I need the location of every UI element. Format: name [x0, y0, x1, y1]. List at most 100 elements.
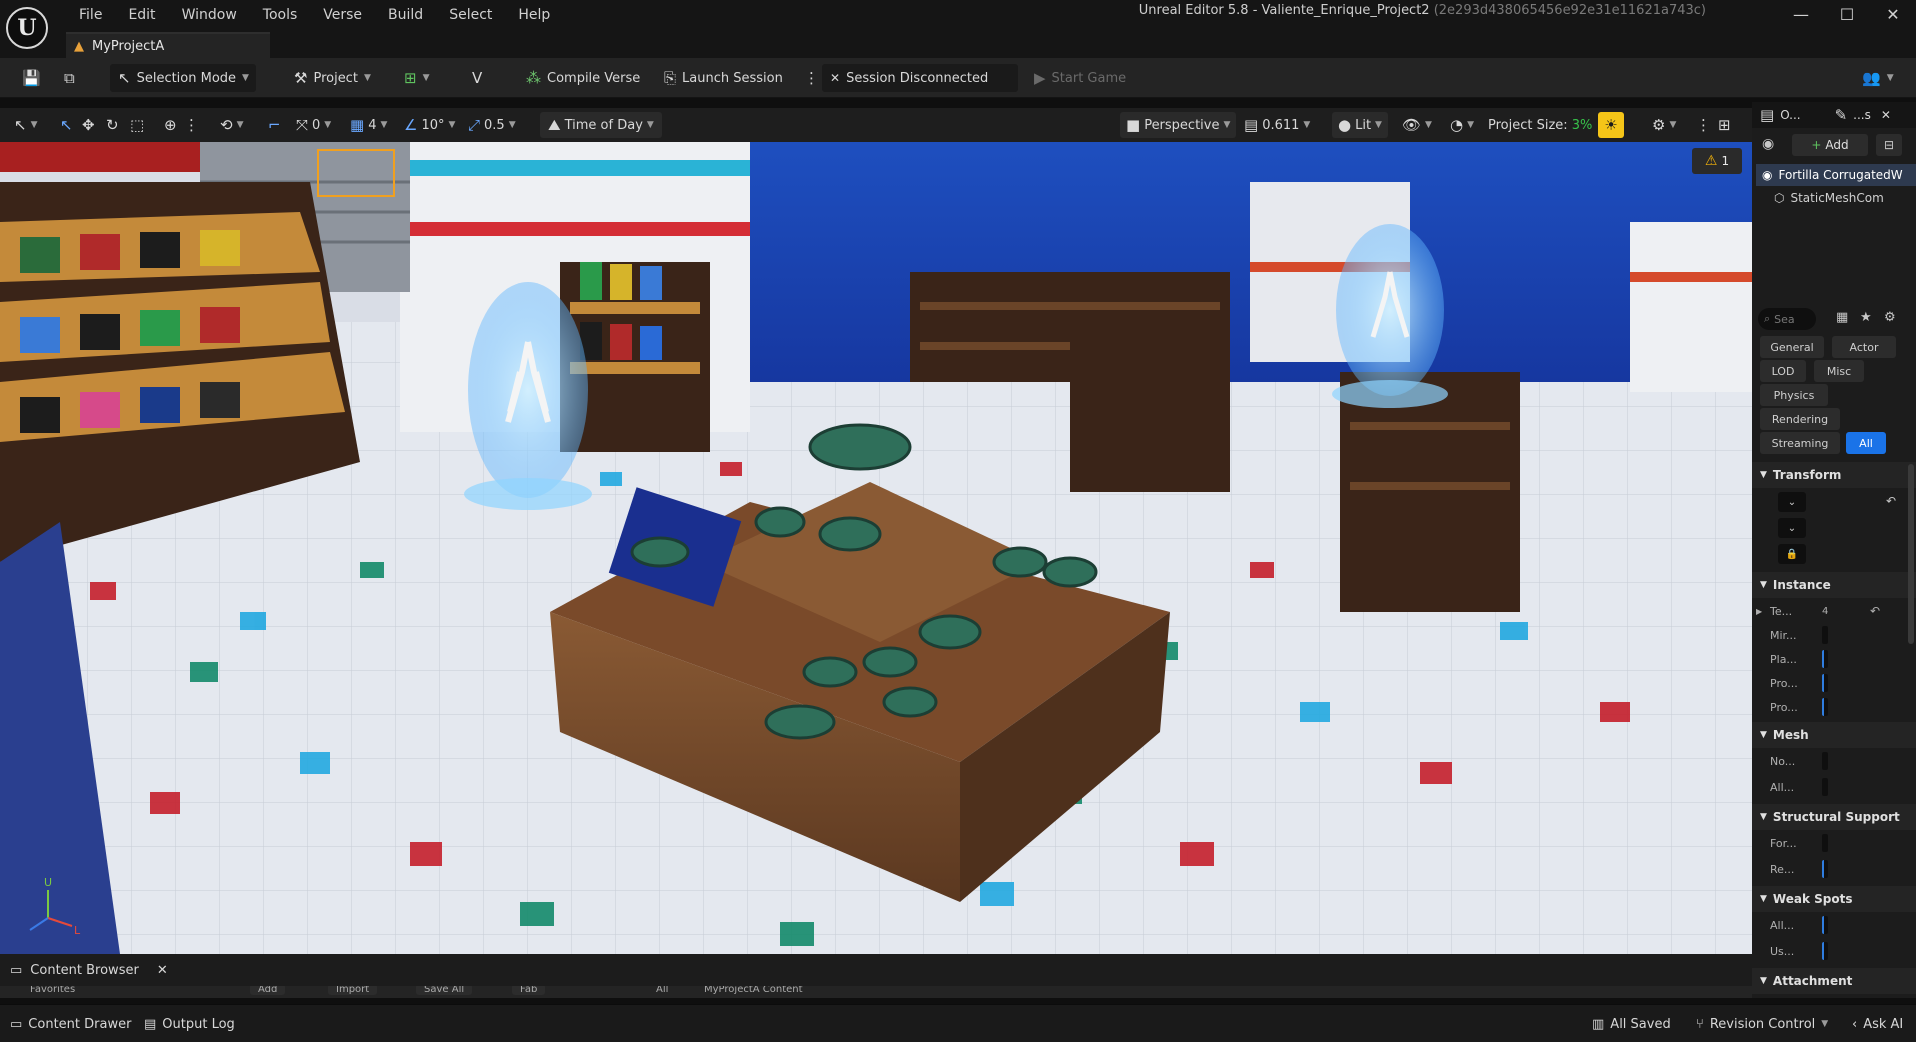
property-matrix-icon[interactable]: ▦	[1836, 310, 1848, 325]
outliner-item-actor[interactable]: ◉ Fortilla CorrugatedW	[1756, 164, 1916, 186]
close-icon[interactable]: ✕	[157, 963, 168, 978]
property-value-box[interactable]	[1822, 916, 1828, 934]
menu-window[interactable]: Window	[169, 5, 250, 25]
menu-help[interactable]: Help	[505, 5, 563, 25]
property-row[interactable]: Pro...	[1770, 694, 1916, 720]
section-transform[interactable]: ▼ Transform	[1752, 462, 1916, 488]
session-status[interactable]: ✕ Session Disconnected	[822, 64, 1018, 92]
property-row[interactable]: No...	[1770, 748, 1916, 774]
gear-icon[interactable]: ⚙	[1884, 310, 1896, 325]
property-row[interactable]: All...	[1770, 912, 1916, 938]
property-value-box[interactable]	[1822, 834, 1828, 852]
add-content-dropdown[interactable]: ⊞ ▼	[396, 64, 438, 92]
property-value-box[interactable]	[1822, 778, 1828, 796]
property-value-box[interactable]	[1822, 942, 1828, 960]
filter-all[interactable]: All	[1846, 432, 1886, 454]
compile-verse-button[interactable]: ⁂ Compile Verse	[518, 64, 648, 92]
performance-dropdown[interactable]: ◔ ▼	[1446, 112, 1478, 138]
level-viewport[interactable]: ⚠ 1 U L	[0, 142, 1752, 954]
grid-snap-dropdown[interactable]: ▦ 4 ▼	[346, 112, 391, 138]
details-search-input[interactable]: ⌕ Sea	[1758, 308, 1816, 330]
menu-select[interactable]: Select	[436, 5, 505, 25]
filter-streaming[interactable]: Streaming	[1760, 432, 1840, 454]
reset-icon[interactable]: ↶	[1886, 494, 1896, 508]
translate-tool[interactable]: ✥	[78, 112, 99, 138]
property-row[interactable]: Us...	[1770, 938, 1916, 964]
start-game-button[interactable]: ▶ Start Game	[1026, 64, 1134, 92]
menu-file[interactable]: File	[66, 5, 115, 25]
menu-verse[interactable]: Verse	[310, 5, 375, 25]
world-local-toggle[interactable]: ⊕	[160, 112, 181, 138]
section-instance[interactable]: ▼ Instance	[1752, 572, 1916, 598]
scale-lock-toggle[interactable]: 🔒	[1778, 544, 1806, 564]
viewport-settings-dropdown[interactable]: ⚙ ▼	[1648, 112, 1680, 138]
output-log-button[interactable]: ▤ Output Log	[144, 1013, 235, 1035]
details-scrollbar[interactable]	[1908, 464, 1914, 644]
filter-physics[interactable]: Physics	[1760, 384, 1828, 406]
all-saved-status[interactable]: ▥ All Saved	[1592, 1013, 1671, 1035]
project-tab[interactable]: ▲ MyProjectA	[66, 32, 270, 58]
show-flags-dropdown[interactable]: 👁 ▼	[1398, 112, 1436, 138]
filter-actor[interactable]: Actor	[1832, 336, 1896, 358]
menu-edit[interactable]: Edit	[115, 5, 168, 25]
menu-build[interactable]: Build	[375, 5, 436, 25]
rotation-dropdown[interactable]: ⌄	[1778, 518, 1806, 538]
browse-button[interactable]: ⧉	[56, 64, 83, 92]
property-value-box[interactable]	[1822, 752, 1828, 770]
property-row[interactable]: Re...	[1770, 856, 1916, 882]
angle-snap-dropdown[interactable]: ∠ 10° ▼	[400, 112, 459, 138]
perspective-dropdown[interactable]: ■ Perspective ▼	[1120, 112, 1237, 138]
blueprint-button[interactable]: ⊟	[1876, 134, 1902, 156]
filter-misc[interactable]: Misc	[1814, 360, 1864, 382]
breadcrumb-project-content[interactable]: MyProjectA Content	[704, 986, 803, 995]
snap-toggle[interactable]: ⤧ 0 ▼	[292, 112, 335, 138]
project-dropdown[interactable]: ⚒ Project ▼	[286, 64, 379, 92]
filter-general[interactable]: General	[1760, 336, 1824, 358]
realtime-button[interactable]: ☀	[1598, 112, 1624, 138]
property-row[interactable]: ▶ Te... 4 ↶	[1756, 598, 1902, 624]
property-value-box[interactable]	[1822, 860, 1828, 878]
scale-tool[interactable]: ⬚	[126, 112, 148, 138]
move-tool[interactable]: ↖	[56, 112, 77, 138]
maximize-icon[interactable]: ☐	[1824, 0, 1870, 28]
viewport-options[interactable]: ⋮	[180, 112, 203, 138]
outliner-tab2-label[interactable]: ...s	[1853, 108, 1871, 122]
outliner-item-component[interactable]: ⬡ StaticMeshCom	[1774, 188, 1916, 208]
section-attachment[interactable]: ▼ Attachment	[1752, 968, 1916, 994]
ask-ai-button[interactable]: ‹ Ask AI	[1852, 1013, 1903, 1035]
content-drawer-button[interactable]: ▭ Content Drawer	[10, 1013, 131, 1035]
surface-snap-button[interactable]: ⌐	[264, 112, 285, 138]
launch-session-button[interactable]: ⎘ Launch Session	[656, 64, 791, 92]
breadcrumb-all[interactable]: All	[656, 986, 668, 995]
selection-mode-dropdown[interactable]: ↖ Selection Mode ▼	[110, 64, 256, 92]
property-row[interactable]: For...	[1770, 830, 1916, 856]
filter-lod[interactable]: LOD	[1760, 360, 1806, 382]
property-value-box[interactable]	[1822, 674, 1828, 692]
minimize-icon[interactable]: —	[1778, 0, 1824, 28]
add-component-button[interactable]: + Add	[1792, 134, 1868, 156]
property-row[interactable]: Mir...	[1770, 622, 1916, 648]
time-of-day-dropdown[interactable]: ⛰ Time of Day ▼	[540, 112, 662, 138]
viewport-more-button[interactable]: ⋮	[1692, 112, 1715, 138]
verse-button[interactable]: V	[464, 64, 490, 92]
viewport-layout-button[interactable]: ⊞	[1714, 112, 1735, 138]
add-button[interactable]: Add	[250, 986, 286, 995]
property-value-box[interactable]	[1822, 650, 1828, 668]
camera-speed-dropdown[interactable]: ▤ 0.611 ▼	[1240, 112, 1314, 138]
favorites-label[interactable]: Favorites	[30, 986, 75, 995]
import-button[interactable]: Import	[328, 986, 378, 995]
section-structural-support[interactable]: ▼ Structural Support	[1752, 804, 1916, 830]
close-icon[interactable]: ✕	[1870, 0, 1916, 28]
unreal-logo-icon[interactable]: U	[6, 7, 48, 49]
property-row[interactable]: Pla...	[1770, 646, 1916, 672]
outliner-tab-label[interactable]: O...	[1780, 108, 1800, 122]
reset-icon[interactable]: ↶	[1870, 604, 1880, 618]
section-weak-spots[interactable]: ▼ Weak Spots	[1752, 886, 1916, 912]
property-value-box[interactable]	[1822, 698, 1828, 716]
location-dropdown[interactable]: ⌄	[1778, 492, 1806, 512]
scale-snap-dropdown[interactable]: ⤢ 0.5 ▼	[464, 112, 520, 138]
save-all-button[interactable]: Save All	[416, 986, 473, 995]
filter-rendering[interactable]: Rendering	[1760, 408, 1840, 430]
property-row[interactable]: Pro...	[1770, 670, 1916, 696]
collaboration-button[interactable]: 👥 ▼	[1854, 64, 1902, 92]
